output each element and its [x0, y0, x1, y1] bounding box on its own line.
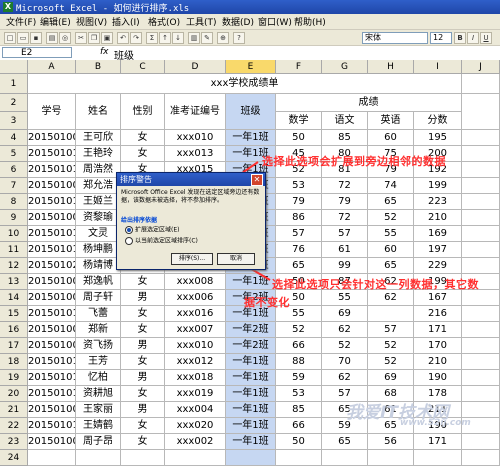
radio-current[interactable] — [125, 237, 133, 245]
table-cell[interactable] — [462, 434, 500, 450]
table-cell[interactable] — [121, 450, 165, 466]
table-cell[interactable] — [76, 450, 121, 466]
table-cell[interactable] — [276, 450, 322, 466]
table-cell[interactable] — [28, 450, 76, 466]
table-cell[interactable]: 女 — [121, 434, 165, 450]
close-icon[interactable]: ✕ — [251, 174, 263, 186]
table-cell[interactable]: 65 — [322, 434, 368, 450]
dialog-title: 排序警告 ✕ — [117, 173, 265, 186]
option-expand-label: 扩展选定区域(E) — [135, 226, 180, 234]
table-cell[interactable]: 一年1班 — [226, 434, 276, 450]
table-cell[interactable] — [368, 450, 414, 466]
table-cell[interactable]: 50 — [276, 434, 322, 450]
table-cell[interactable]: 171 — [414, 434, 462, 450]
table-cell[interactable]: 56 — [368, 434, 414, 450]
option-current[interactable]: 以当前选定区域排序(C) — [125, 237, 198, 246]
option-current-label: 以当前选定区域排序(C) — [135, 237, 198, 245]
row-header[interactable]: 24 — [0, 450, 28, 466]
sort-warning-dialog: 排序警告 ✕ Microsoft Office Excel 发现在选定区域旁边还… — [116, 172, 266, 270]
option-expand[interactable]: 扩展选定区域(E) — [125, 226, 179, 235]
watermark-url: www.52ij.com — [400, 418, 471, 428]
table-cell[interactable]: 周子昂 — [76, 434, 121, 450]
row-header[interactable]: 23 — [0, 434, 28, 450]
table-cell[interactable] — [165, 450, 226, 466]
table-cell[interactable]: xxx002 — [165, 434, 226, 450]
dialog-title-text: 排序警告 — [120, 175, 152, 184]
radio-expand[interactable] — [125, 226, 133, 234]
dialog-message: Microsoft Office Excel 发现在选定区域旁边还有数据，该数据… — [121, 189, 260, 204]
table-cell[interactable] — [226, 450, 276, 466]
table-cell[interactable] — [322, 450, 368, 466]
table-cell[interactable] — [462, 450, 500, 466]
table-cell[interactable]: 201501001 — [28, 434, 76, 450]
cancel-button[interactable]: 取消 — [217, 253, 255, 265]
sort-basis-label: 给出排序依据 — [121, 217, 158, 224]
sort-button[interactable]: 排序(S)... — [171, 253, 213, 265]
table-cell[interactable] — [414, 450, 462, 466]
